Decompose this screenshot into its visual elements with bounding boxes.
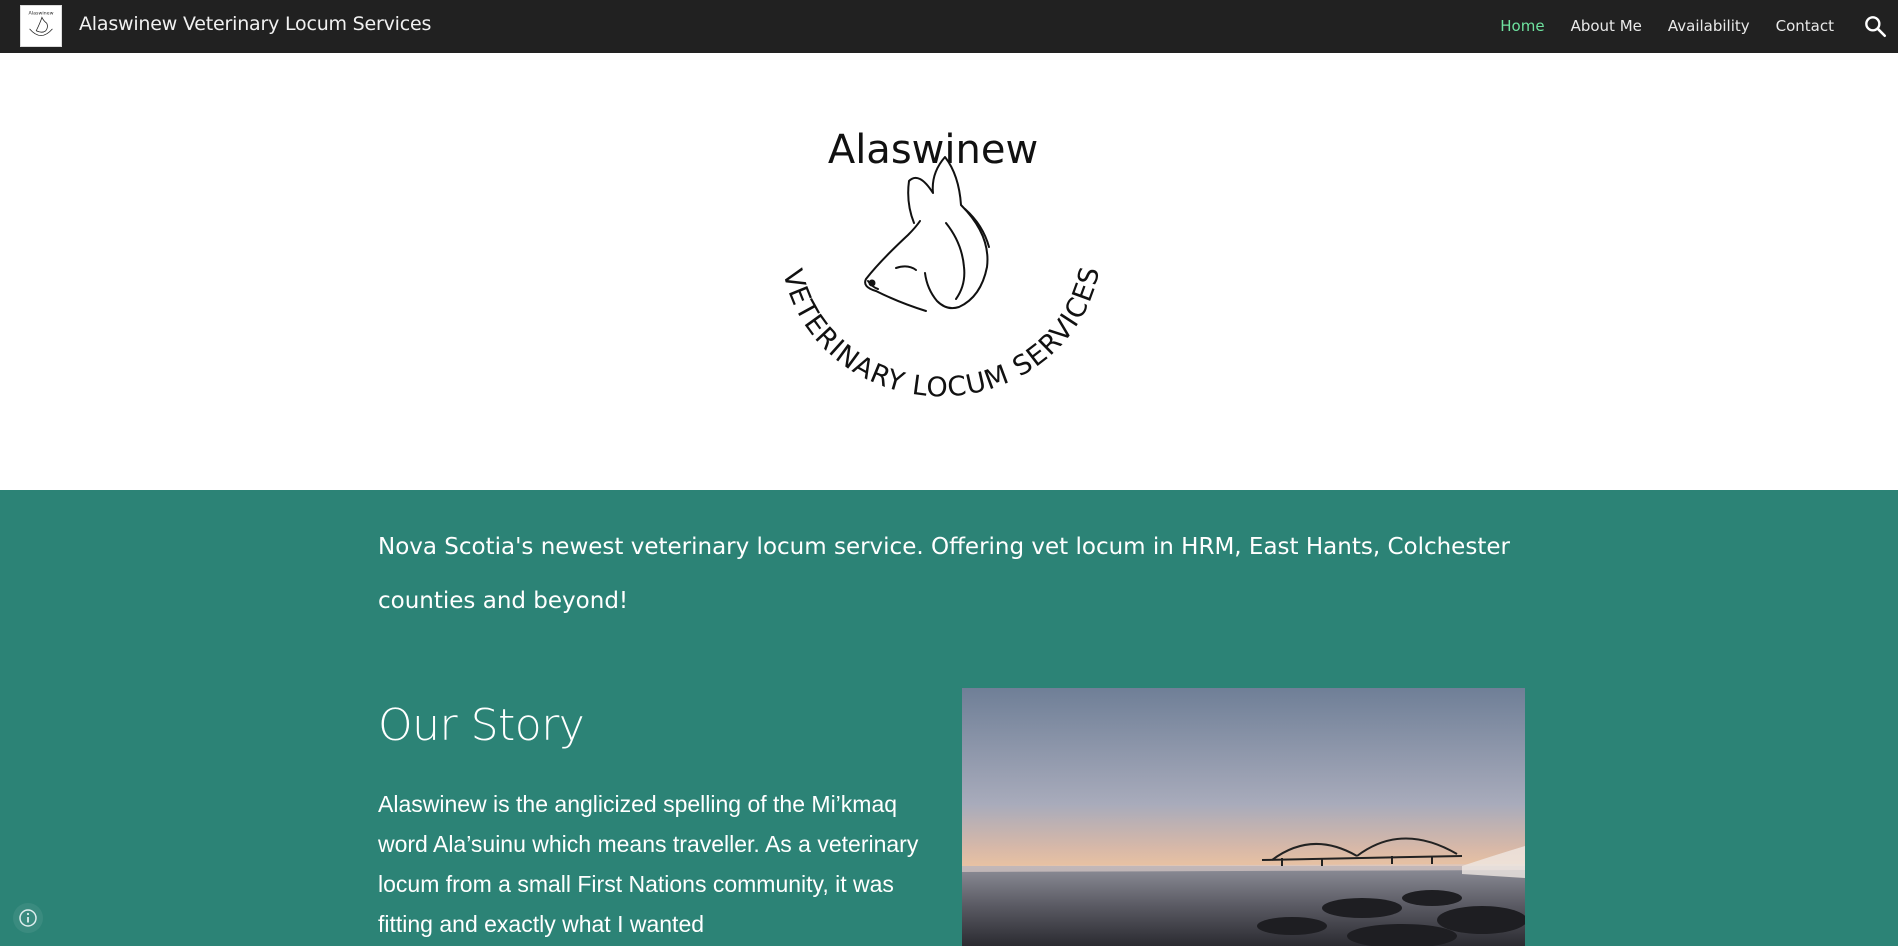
site-info-button[interactable]: [13, 903, 43, 933]
story-body: Alaswinew is the anglicized spelling of …: [378, 791, 919, 937]
nav-contact[interactable]: Contact: [1776, 17, 1834, 35]
main-nav: Home About Me Availability Contact: [1500, 17, 1834, 35]
nav-about-me[interactable]: About Me: [1571, 17, 1642, 35]
hero-logo: Alaswinew VETERINARY LOCUM SERVICES: [776, 127, 1106, 403]
site-title[interactable]: Alaswinew Veterinary Locum Services: [79, 13, 431, 35]
dog-head-icon: [864, 156, 990, 312]
site-logo[interactable]: Alaswinew: [20, 5, 62, 47]
nav-availability[interactable]: Availability: [1668, 17, 1750, 35]
svg-text:Alaswinew: Alaswinew: [29, 11, 54, 17]
intro-text: Nova Scotia's newest veterinary locum se…: [378, 534, 1510, 614]
hero-banner: Alaswinew VETERINARY LOCUM SERVICES: [0, 53, 1898, 490]
hero-logo-arc-text: VETERINARY LOCUM SERVICES: [776, 263, 1106, 403]
search-icon: [1865, 16, 1887, 38]
info-icon: [19, 909, 37, 927]
site-logo-image: Alaswinew: [21, 6, 61, 46]
story-heading: Our Story: [378, 700, 585, 751]
story-image-bridge-sunset: [962, 688, 1525, 946]
nav-home[interactable]: Home: [1500, 17, 1544, 35]
hero-logo-title: Alaswinew: [828, 127, 1038, 173]
search-button[interactable]: [1862, 13, 1888, 39]
intro-section: Nova Scotia's newest veterinary locum se…: [0, 490, 1898, 946]
top-nav-bar: Alaswinew Alaswinew Veterinary Locum Ser…: [0, 0, 1898, 53]
